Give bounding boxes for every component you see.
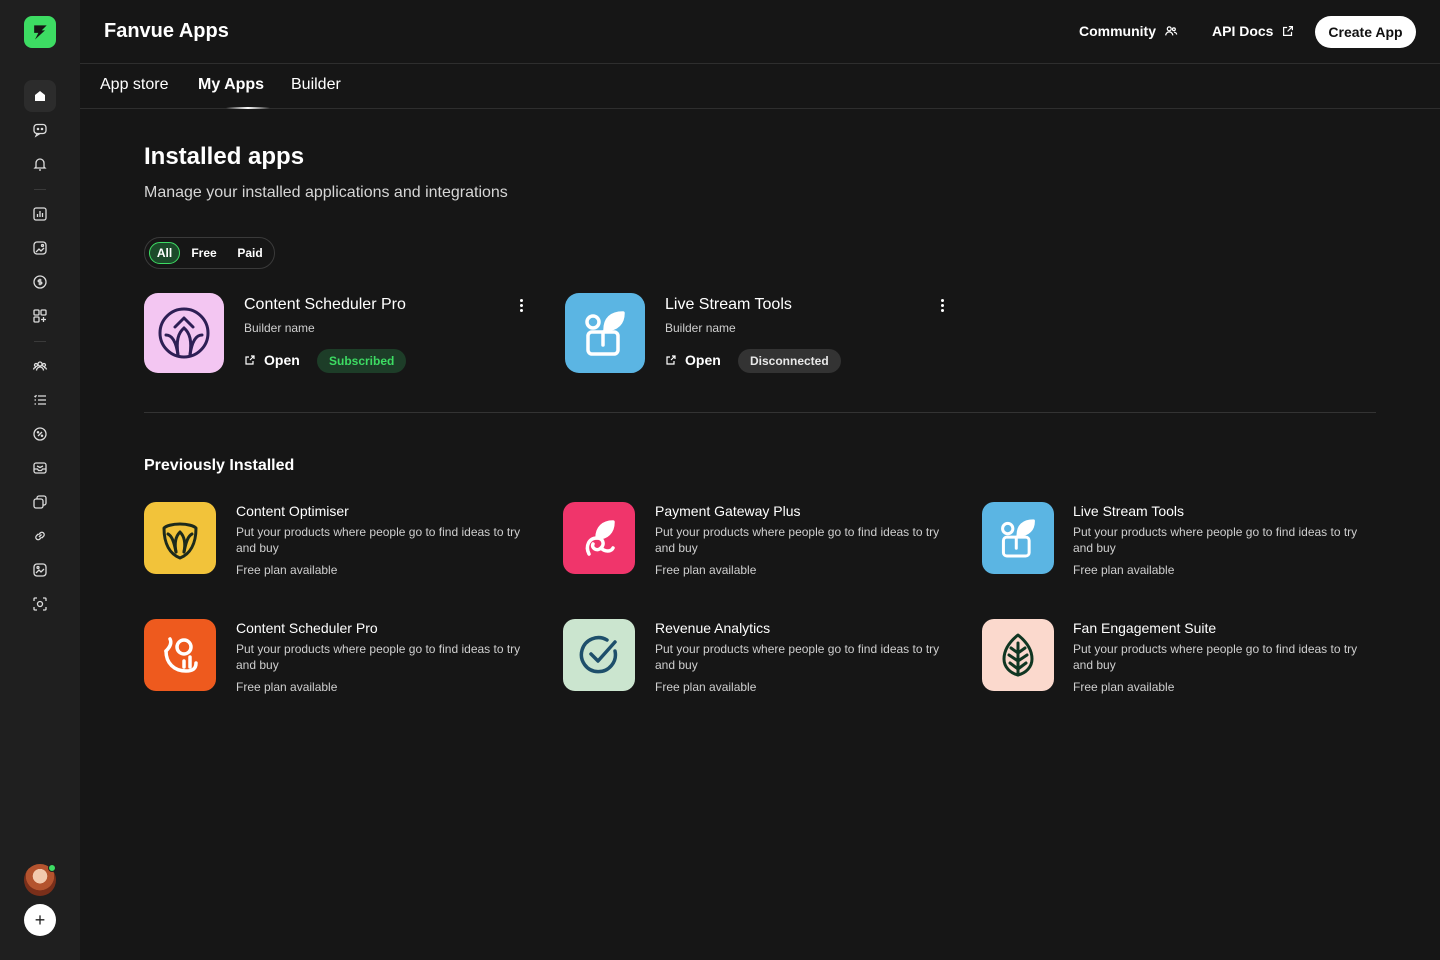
external-link-icon	[245, 355, 255, 365]
app-name: Payment Gateway Plus	[655, 503, 801, 519]
check-circle-icon	[579, 635, 618, 674]
app-icon-tile[interactable]	[144, 293, 224, 373]
app-name: Content Optimiser	[236, 503, 349, 519]
apps-icon[interactable]	[24, 300, 56, 332]
app-icon-tile	[982, 502, 1054, 574]
fans-icon[interactable]	[24, 350, 56, 382]
api-docs-link[interactable]: API Docs	[1212, 23, 1295, 39]
logo-mark-icon	[34, 25, 47, 40]
plan-info: Free plan available	[655, 680, 757, 694]
app-name: Fan Engagement Suite	[1073, 620, 1217, 636]
lists-icon[interactable]	[24, 384, 56, 416]
open-label: Open	[685, 352, 721, 368]
person-chart-icon	[164, 637, 198, 673]
collections-icon[interactable]	[24, 486, 56, 518]
sidebar: +	[0, 0, 80, 960]
community-link[interactable]: Community	[1079, 23, 1178, 39]
open-app-link[interactable]: Open	[665, 352, 721, 368]
app-description: Put your products where people go to fin…	[655, 525, 940, 555]
tab-app-store[interactable]: App store	[100, 76, 168, 94]
app-icon-tile	[563, 502, 635, 574]
app-description: Put your products where people go to fin…	[236, 642, 521, 672]
builder-name: Builder name	[665, 321, 736, 335]
fanvue-logo[interactable]	[24, 16, 56, 48]
status-badge: Disconnected	[738, 349, 841, 373]
open-label: Open	[264, 352, 300, 368]
external-link-icon	[1283, 26, 1294, 36]
app-name: Content Scheduler Pro	[244, 296, 406, 313]
app-name: Live Stream Tools	[1073, 503, 1185, 519]
swirl-leaf-icon	[585, 520, 615, 556]
app-description: Put your products where people go to fin…	[655, 642, 940, 672]
media-icon[interactable]	[24, 232, 56, 264]
app-name: Revenue Analytics	[655, 620, 771, 636]
app-description: Put your products where people go to fin…	[1073, 642, 1358, 672]
plan-info: Free plan available	[1073, 563, 1175, 577]
add-button[interactable]: +	[24, 904, 56, 936]
plus-icon: +	[34, 910, 46, 930]
filter-segmented-control: All Free Paid	[144, 237, 275, 269]
app-description: Put your products where people go to fin…	[1073, 525, 1358, 555]
plan-info: Free plan available	[1073, 680, 1175, 694]
external-link-icon	[666, 355, 676, 365]
circle-chevron-icon	[158, 307, 210, 359]
plan-info: Free plan available	[236, 680, 338, 694]
scan-icon[interactable]	[24, 588, 56, 620]
filter-free[interactable]: Free	[186, 242, 222, 264]
api-docs-label: API Docs	[1212, 23, 1274, 39]
gallery-icon[interactable]	[24, 554, 56, 586]
app-icon-tile	[144, 502, 216, 574]
app-name: Live Stream Tools	[665, 296, 792, 313]
messages-icon[interactable]	[24, 452, 56, 484]
app-description: Put your products where people go to fin…	[236, 525, 521, 555]
active-tab-indicator	[226, 107, 270, 109]
bell-icon[interactable]	[24, 148, 56, 180]
app-icon-tile[interactable]	[565, 293, 645, 373]
discount-icon[interactable]	[24, 418, 56, 450]
create-app-button[interactable]: Create App	[1315, 16, 1416, 48]
plant-box-icon	[585, 311, 625, 356]
links-icon[interactable]	[24, 520, 56, 552]
analytics-icon[interactable]	[24, 198, 56, 230]
leaf-icon	[1002, 633, 1034, 677]
section-divider	[144, 412, 1376, 413]
online-status-dot	[48, 864, 56, 872]
community-icon	[1165, 26, 1178, 36]
leaf-shield-icon	[162, 522, 198, 560]
plan-info: Free plan available	[655, 563, 757, 577]
status-badge: Subscribed	[317, 349, 407, 373]
community-label: Community	[1079, 23, 1156, 39]
more-options-icon[interactable]	[515, 295, 527, 315]
top-header: Fanvue Apps Community API Docs Create Ap…	[80, 0, 1440, 64]
filter-all[interactable]: All	[149, 242, 180, 264]
page-title: Installed apps	[144, 143, 305, 170]
previously-installed-title: Previously Installed	[144, 457, 295, 474]
coin-icon[interactable]	[24, 266, 56, 298]
builder-name: Builder name	[244, 321, 315, 335]
page-subtitle: Manage your installed applications and i…	[144, 184, 508, 201]
more-options-icon[interactable]	[936, 295, 948, 315]
open-app-link[interactable]: Open	[244, 352, 300, 368]
app-icon-tile	[144, 619, 216, 691]
app-title: Fanvue Apps	[104, 20, 229, 42]
home-icon[interactable]	[24, 80, 56, 112]
app-icon-tile	[982, 619, 1054, 691]
sidebar-divider	[34, 341, 46, 342]
tab-my-apps[interactable]: My Apps	[198, 76, 264, 94]
chat-icon[interactable]	[24, 114, 56, 146]
tab-builder[interactable]: Builder	[291, 76, 341, 94]
app-icon-tile	[563, 619, 635, 691]
plan-info: Free plan available	[236, 563, 338, 577]
tab-bar: App store My Apps Builder	[80, 64, 1440, 109]
sidebar-divider	[34, 189, 46, 190]
filter-paid[interactable]: Paid	[231, 242, 269, 264]
app-name: Content Scheduler Pro	[236, 620, 378, 636]
plant-box-icon	[1001, 519, 1035, 558]
